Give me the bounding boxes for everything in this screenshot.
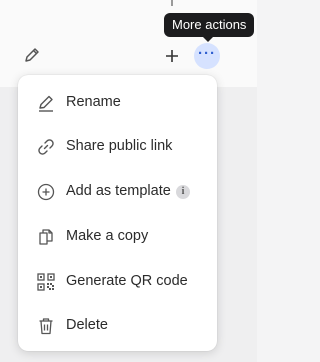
menu-item-make-a-copy[interactable]: Make a copy	[18, 216, 217, 256]
edit-pencil-icon[interactable]	[23, 46, 41, 64]
tooltip-arrow	[202, 36, 214, 42]
menu-item-share-public-link[interactable]: Share public link	[18, 126, 217, 166]
pencil-icon	[34, 91, 58, 115]
info-icon[interactable]: i	[176, 185, 190, 199]
menu-item-label: Make a copy	[66, 228, 149, 244]
more-actions-tooltip: More actions	[164, 13, 255, 37]
more-actions-button[interactable]: ···	[194, 43, 220, 69]
plus-icon	[166, 50, 178, 62]
add-circle-icon	[34, 180, 58, 204]
menu-item-generate-qr-code[interactable]: Generate QR code	[18, 261, 217, 301]
qr-code-icon	[34, 270, 58, 294]
divider	[171, 0, 173, 6]
copy-icon	[34, 225, 58, 249]
menu-item-add-as-template[interactable]: Add as template i	[18, 171, 217, 211]
link-icon	[34, 135, 58, 159]
trash-icon	[34, 314, 58, 338]
menu-item-label: Delete	[66, 317, 108, 333]
add-button[interactable]	[160, 44, 184, 68]
menu-item-rename[interactable]: Rename	[18, 82, 217, 122]
more-dots-icon: ···	[198, 45, 216, 62]
menu-item-label: Share public link	[66, 138, 173, 154]
more-actions-menu: Rename Share public link Add as template…	[18, 75, 217, 351]
menu-item-label: Generate QR code	[66, 273, 188, 289]
toolbar: ···	[0, 34, 257, 78]
menu-item-label: Add as template	[66, 183, 171, 199]
menu-item-delete[interactable]: Delete	[18, 305, 217, 345]
menu-item-label: Rename	[66, 94, 121, 110]
